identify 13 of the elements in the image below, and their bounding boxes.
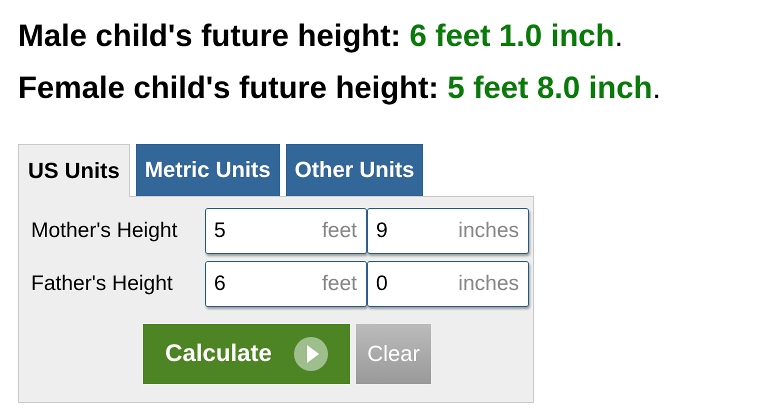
field-label: Mother's Height xyxy=(31,219,178,243)
units-tab[interactable]: Other Units xyxy=(286,144,424,196)
unit-label: inches xyxy=(458,219,519,243)
units-tab[interactable]: Metric Units xyxy=(136,144,280,196)
result-text: Male child's future height: 6 feet 1.0 inch. xyxy=(18,17,624,55)
calculate-button[interactable]: Calculate xyxy=(143,324,350,384)
unit-label: feet xyxy=(322,219,357,243)
unit-label: inches xyxy=(458,272,519,296)
units-tab[interactable]: US Units xyxy=(18,144,130,197)
unit-label: feet xyxy=(322,272,357,296)
field-label: Father's Height xyxy=(31,272,174,296)
play-icon xyxy=(294,337,328,371)
result-text: Female child's future height: 5 feet 8.0 inch. xyxy=(18,69,662,107)
